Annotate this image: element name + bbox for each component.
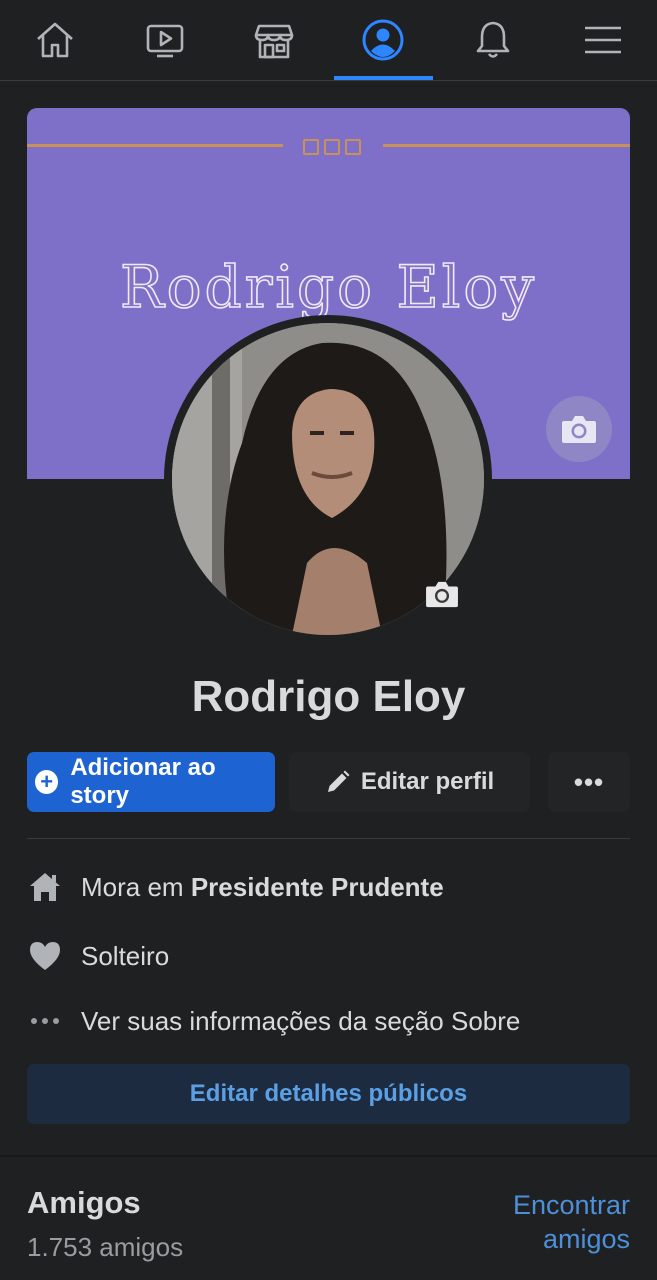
detail-relationship: Solteiro: [27, 936, 169, 976]
edit-profile-button[interactable]: Editar perfil: [289, 752, 530, 812]
find-friends-label-line2: amigos: [542, 1224, 630, 1254]
nav-marketplace[interactable]: [219, 0, 329, 80]
more-dots-icon: •••: [573, 766, 605, 797]
add-to-story-label: Adicionar ao story: [70, 754, 216, 809]
notifications-icon: [476, 21, 510, 58]
cover-decoration-square: [324, 139, 340, 155]
profile-camera-button[interactable]: [420, 574, 464, 614]
plus-icon: +: [35, 770, 59, 794]
detail-about[interactable]: Ver suas informações da seção Sobre: [27, 1001, 520, 1041]
camera-icon: [426, 581, 458, 608]
about-link[interactable]: Ver suas informações da seção Sobre: [81, 1006, 520, 1037]
profile-icon: [362, 19, 404, 61]
home-icon: [27, 869, 63, 905]
section-separator: [0, 1155, 657, 1157]
lives-in-prefix: Mora em: [81, 871, 191, 902]
nav-profile[interactable]: [328, 0, 438, 80]
cover-decoration-line: [383, 144, 630, 147]
friends-title: Amigos: [27, 1185, 141, 1220]
edit-public-details-label: Editar detalhes públicos: [189, 1080, 468, 1107]
camera-icon: [562, 416, 596, 443]
relationship-status: Solteiro: [81, 940, 170, 971]
heart-icon: [27, 938, 63, 974]
lives-in-city[interactable]: Presidente Prudente: [191, 872, 444, 903]
nav-notifications[interactable]: [438, 0, 548, 80]
cover-title: Rodrigo Eloy: [119, 252, 538, 322]
edit-public-details-button[interactable]: Editar detalhes públicos: [27, 1064, 630, 1124]
divider: [27, 838, 630, 839]
cover-decoration-line: [27, 144, 283, 147]
nav-active-indicator: [334, 76, 433, 80]
nav-watch[interactable]: [110, 0, 220, 80]
home-icon: [37, 22, 73, 58]
cover-decoration-square: [303, 139, 319, 155]
marketplace-icon: [254, 24, 294, 59]
menu-icon: [585, 26, 621, 54]
profile-name: Rodrigo Eloy: [191, 672, 466, 721]
find-friends-link[interactable]: Encontrar amigos: [430, 1188, 630, 1256]
more-options-button[interactable]: •••: [548, 752, 630, 812]
nav-home[interactable]: [0, 0, 110, 80]
add-to-story-button[interactable]: + Adicionar ao story: [27, 752, 275, 812]
ellipsis-icon: [27, 1003, 63, 1039]
friends-count: 1.753 amigos: [27, 1232, 184, 1262]
pencil-icon: [327, 770, 350, 792]
find-friends-label-line1: Encontrar: [512, 1190, 630, 1220]
edit-profile-label: Editar perfil: [360, 768, 495, 795]
cover-decoration-square: [345, 139, 361, 155]
top-navigation: [0, 0, 657, 81]
cover-camera-button[interactable]: [546, 396, 612, 462]
watch-icon: [146, 24, 184, 58]
detail-lives-in: Mora em Presidente Prudente: [27, 867, 444, 907]
nav-menu[interactable]: [548, 0, 657, 80]
